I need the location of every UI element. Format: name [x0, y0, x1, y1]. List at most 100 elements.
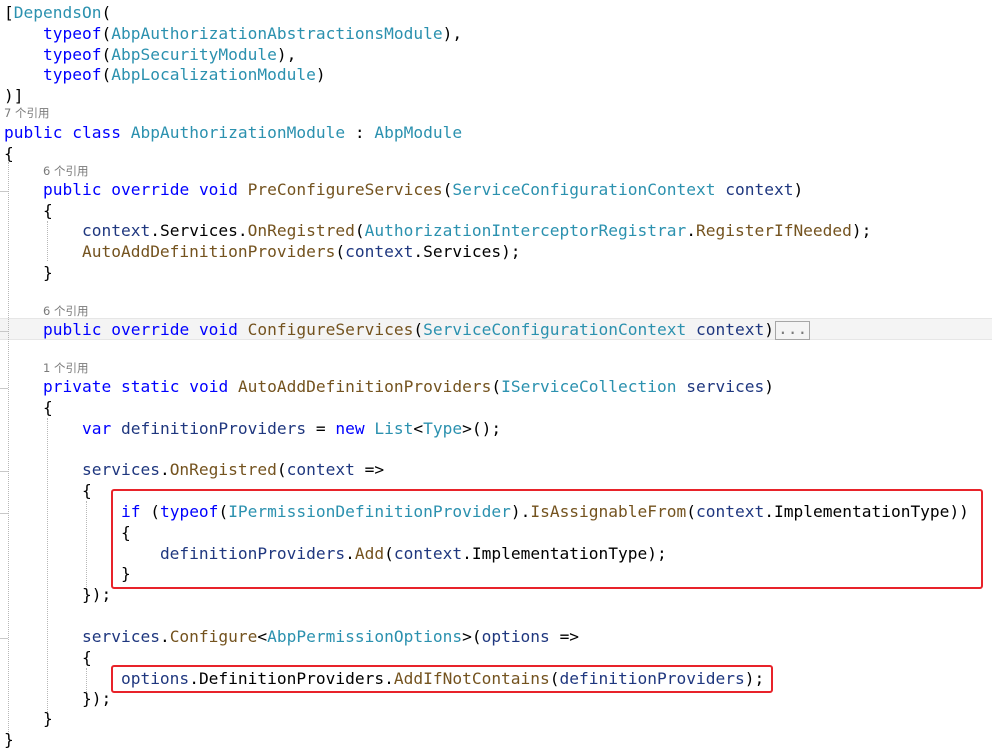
- token: AbpAuthorizationAbstractionsModule: [111, 24, 443, 43]
- token: (: [101, 24, 112, 43]
- code-line[interactable]: }: [4, 708, 53, 729]
- token: ConfigureServices: [247, 320, 414, 339]
- code-line[interactable]: {: [4, 647, 92, 668]
- token: =>: [559, 627, 580, 646]
- code-line[interactable]: }: [4, 262, 53, 283]
- token: {: [81, 481, 92, 500]
- code-line[interactable]: private static void AutoAddDefinitionPro…: [4, 376, 774, 397]
- code-editor[interactable]: [DependsOn( typeof(AbpAuthorizationAbstr…: [0, 0, 992, 751]
- token: ): [764, 320, 774, 339]
- token: AbpLocalizationModule: [111, 65, 316, 84]
- class-reference-count[interactable]: 7 个引用: [4, 105, 49, 121]
- token: var: [81, 419, 112, 438]
- token: >: [462, 627, 472, 646]
- code-line[interactable]: services.Configure<AbpPermissionOptions>…: [4, 626, 579, 647]
- token: IServiceCollection: [501, 377, 677, 396]
- token: Configure: [169, 627, 258, 646]
- token: (: [335, 242, 346, 261]
- token: ): [793, 180, 804, 199]
- code-line[interactable]: {: [4, 200, 53, 221]
- token: Type: [423, 419, 463, 438]
- code-line[interactable]: typeof(AbpLocalizationModule): [4, 64, 326, 85]
- token: RegisterIfNeeded: [695, 221, 852, 240]
- token: (: [471, 627, 482, 646]
- token: ServiceConfigurationContext: [452, 180, 716, 199]
- token: (: [413, 320, 424, 339]
- token: options: [481, 627, 550, 646]
- token: ServiceConfigurationContext: [423, 320, 687, 339]
- token: (: [101, 3, 112, 22]
- token: context: [286, 460, 355, 479]
- configure-reference-count[interactable]: 6 个引用: [43, 303, 88, 319]
- token: ,: [452, 24, 463, 43]
- code-line[interactable]: });: [4, 688, 111, 709]
- token: public: [42, 180, 102, 199]
- token: });: [81, 689, 112, 708]
- token: ,: [286, 45, 297, 64]
- token: context: [345, 242, 414, 261]
- code-line[interactable]: services.OnRegistred(context =>: [4, 459, 384, 480]
- token: {: [81, 648, 92, 667]
- highlight-box-add-if-not-contains: [111, 665, 773, 693]
- token: >: [462, 419, 472, 438]
- code-line[interactable]: AutoAddDefinitionProviders(context.Servi…: [4, 241, 521, 262]
- token: AbpPermissionOptions: [267, 627, 463, 646]
- code-line[interactable]: )]: [4, 85, 24, 106]
- token: services: [686, 377, 765, 396]
- token: typeof: [42, 65, 102, 84]
- token: OnRegistred: [169, 460, 277, 479]
- code-line[interactable]: typeof(AbpSecurityModule),: [4, 44, 296, 65]
- token: }: [42, 263, 53, 282]
- token: AbpSecurityModule: [111, 45, 277, 64]
- token: }: [4, 730, 14, 749]
- token: .: [413, 242, 424, 261]
- token: )]: [4, 86, 24, 105]
- token: (: [101, 45, 112, 64]
- token: void: [198, 180, 238, 199]
- code-line[interactable]: public override void PreConfigureService…: [4, 179, 803, 200]
- token: (: [101, 65, 112, 84]
- token: override: [111, 180, 190, 199]
- code-line[interactable]: [DependsOn(: [4, 2, 111, 23]
- token: :: [354, 123, 365, 142]
- code-line[interactable]: context.Services.OnRegistred(Authorizati…: [4, 220, 871, 241]
- preconfigure-reference-count[interactable]: 6 个引用: [43, 163, 88, 179]
- token: override: [111, 320, 190, 339]
- token: typeof: [42, 45, 102, 64]
- token: <: [257, 627, 268, 646]
- token: ): [764, 377, 774, 396]
- token: ();: [471, 419, 502, 438]
- token: .: [159, 627, 170, 646]
- token: Services: [159, 221, 238, 240]
- token: void: [198, 320, 238, 339]
- autoadd-reference-count[interactable]: 1 个引用: [43, 360, 88, 376]
- token: (: [276, 460, 287, 479]
- token: AuthorizationInterceptorRegistrar: [364, 221, 687, 240]
- collapsed-region-button[interactable]: ...: [774, 320, 811, 340]
- token: .: [150, 221, 160, 240]
- token: ): [315, 65, 326, 84]
- token: ): [442, 24, 453, 43]
- token: }: [42, 709, 53, 728]
- token: <: [413, 419, 424, 438]
- token: =>: [364, 460, 385, 479]
- code-line[interactable]: {: [4, 480, 92, 501]
- token: DependsOn: [13, 3, 102, 22]
- code-line[interactable]: }: [4, 729, 14, 750]
- token: void: [189, 377, 229, 396]
- highlight-box-if-block: [111, 489, 983, 589]
- token: typeof: [42, 24, 102, 43]
- token: List: [374, 419, 414, 438]
- token: AbpAuthorizationModule: [130, 123, 346, 142]
- code-line[interactable]: public class AbpAuthorizationModule : Ab…: [4, 122, 462, 143]
- token: .: [686, 221, 696, 240]
- code-line[interactable]: {: [4, 397, 53, 418]
- code-line[interactable]: });: [4, 584, 111, 605]
- code-line[interactable]: typeof(AbpAuthorizationAbstractionsModul…: [4, 23, 462, 44]
- token: AutoAddDefinitionProviders: [237, 377, 492, 396]
- token: {: [4, 144, 14, 163]
- token: );: [501, 242, 521, 261]
- code-line[interactable]: var definitionProviders = new List<Type>…: [4, 418, 501, 439]
- code-line[interactable]: {: [4, 143, 14, 164]
- code-line[interactable]: public override void ConfigureServices(S…: [4, 319, 811, 340]
